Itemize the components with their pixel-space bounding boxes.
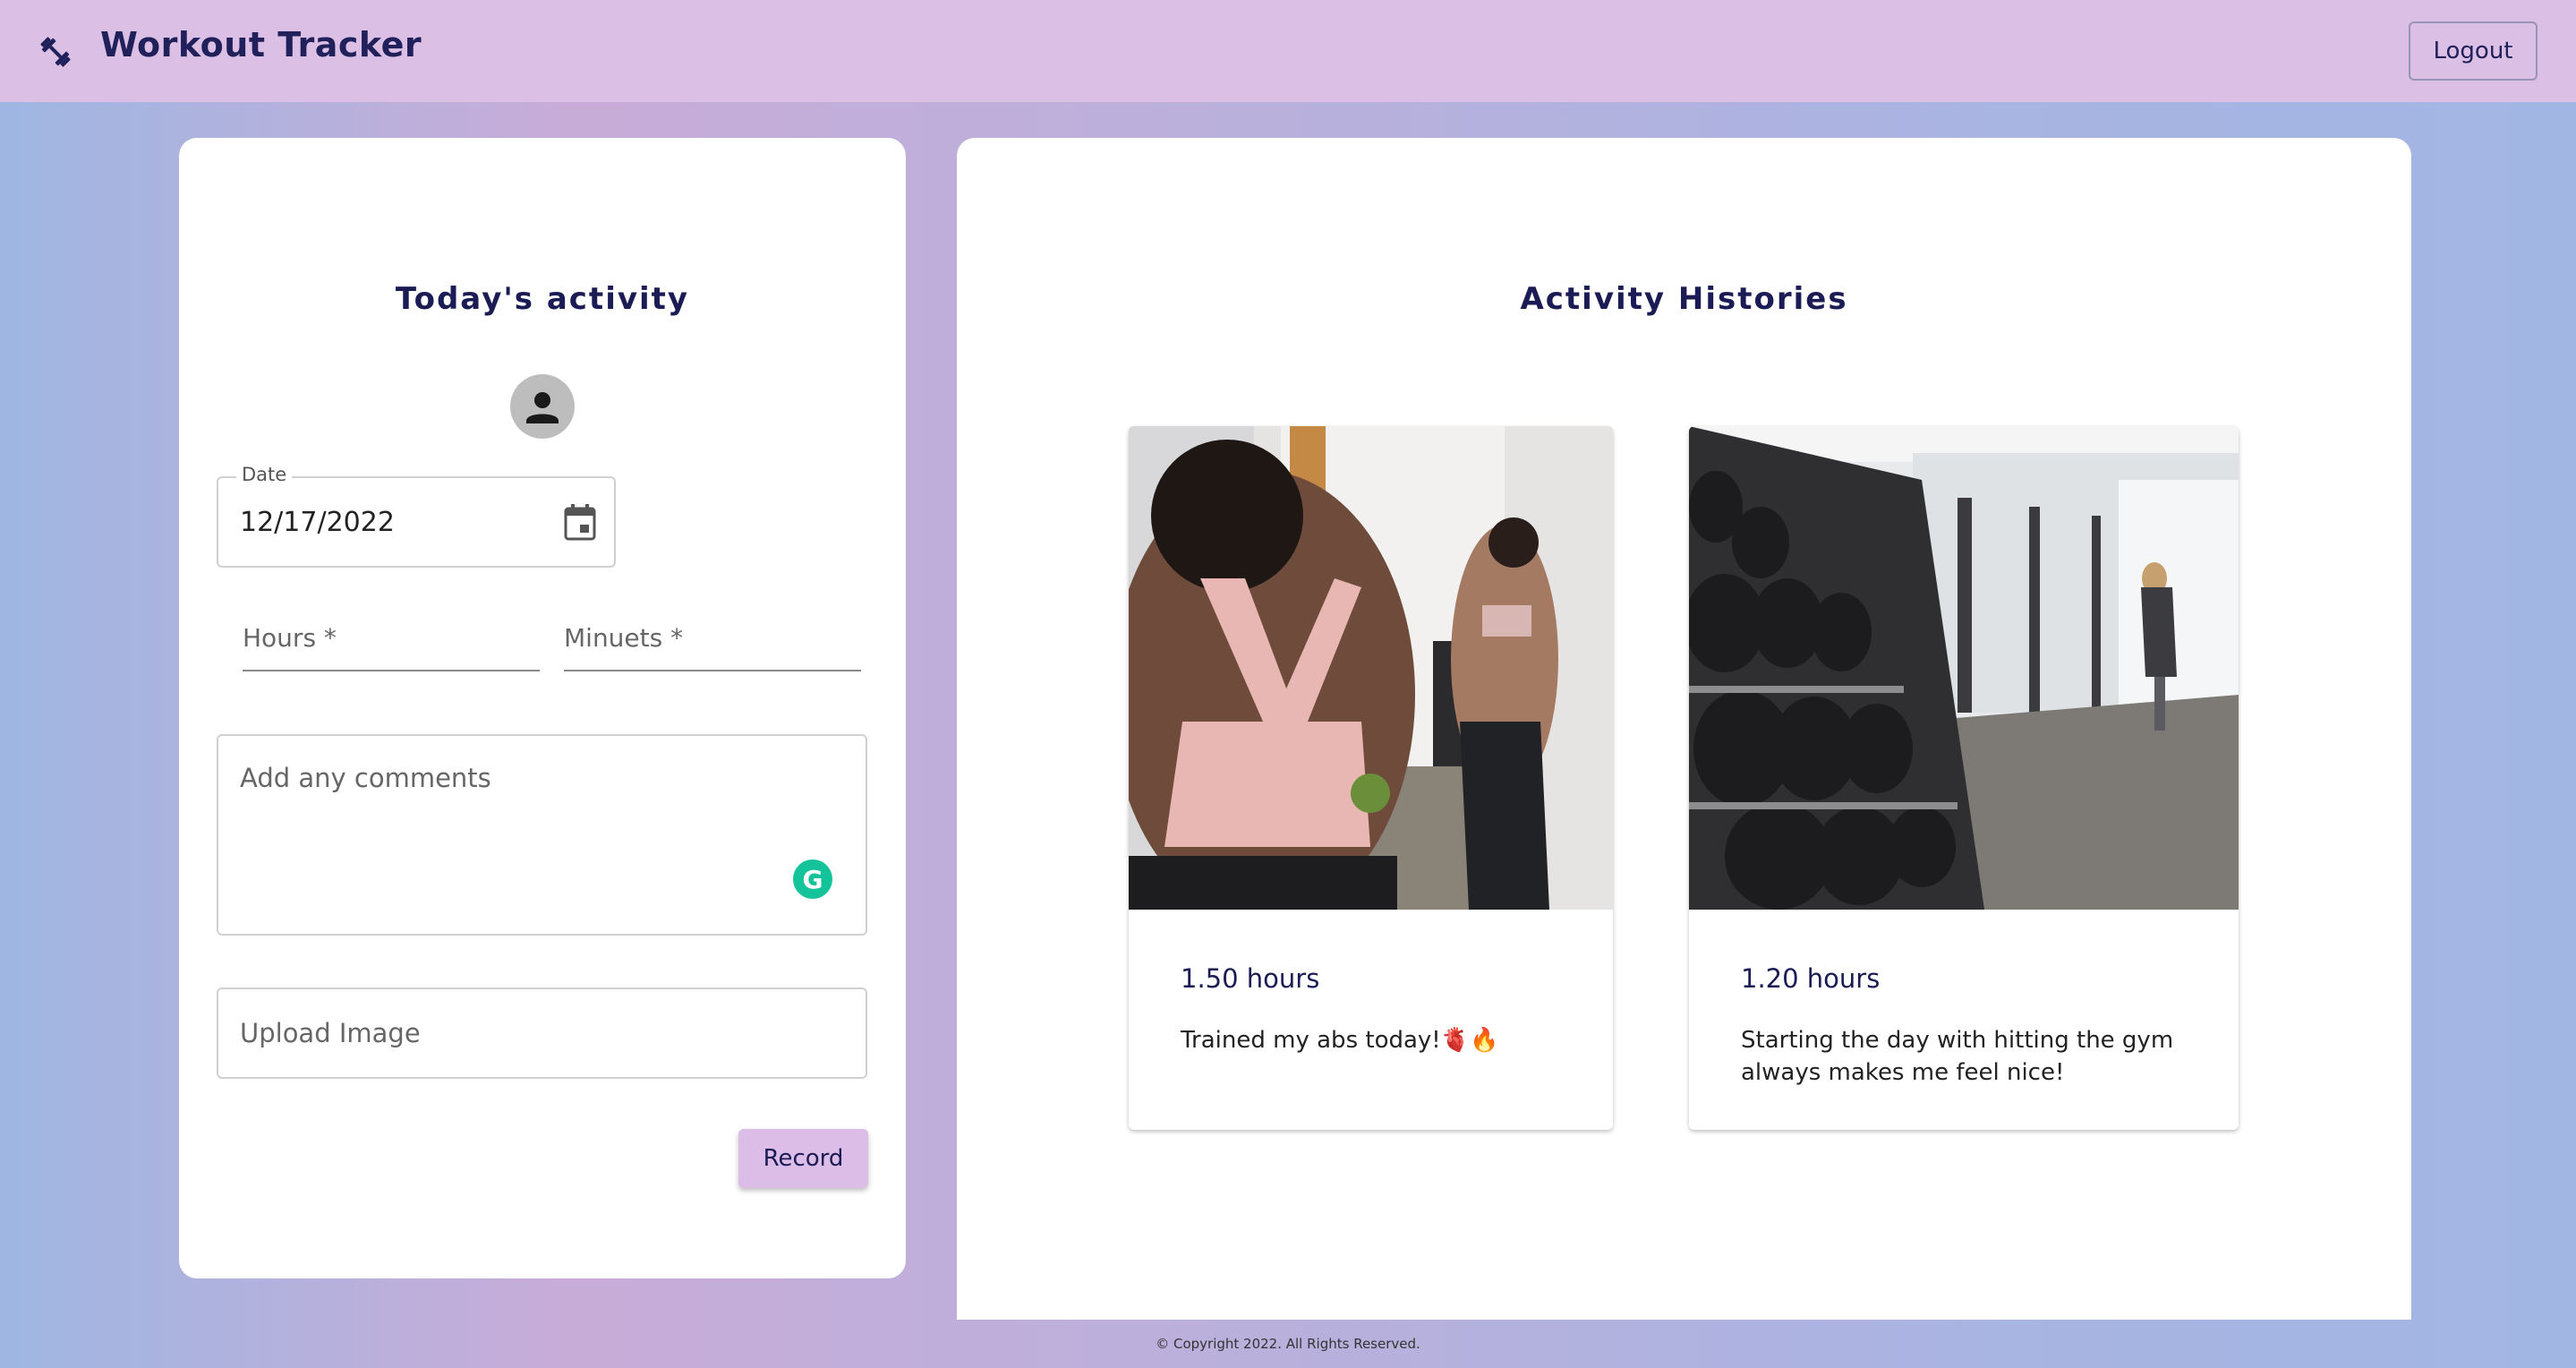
upload-placeholder: Upload Image [240, 1018, 421, 1048]
hours-input[interactable]: Hours * [243, 612, 540, 671]
footer-copyright: © Copyright 2022. All Rights Reserved. [1156, 1336, 1420, 1352]
comments-placeholder: Add any comments [240, 763, 491, 793]
date-field[interactable]: Date 12/17/2022 [217, 464, 616, 568]
workout-photo-dumbbells [1689, 426, 2239, 910]
minutes-input[interactable]: Minuets * [564, 612, 861, 671]
todays-activity-card: Today's activity Date 12/17/2022 Hours *… [179, 138, 906, 1278]
app-title: Workout Tracker [100, 25, 422, 64]
history-card[interactable]: 1.50 hours Trained my abs today!🫀🔥 [1129, 426, 1613, 1130]
comments-textarea[interactable]: Add any comments G [217, 734, 867, 936]
avatar[interactable] [510, 374, 575, 439]
hours-placeholder: Hours * [243, 623, 337, 653]
history-hours: 1.20 hours [1741, 963, 1881, 994]
history-comment: Trained my abs today!🫀🔥 [1181, 1027, 1499, 1054]
history-card[interactable]: 1.20 hours Starting the day with hitting… [1689, 426, 2239, 1130]
date-value[interactable]: 12/17/2022 [240, 507, 395, 538]
app-header: Workout Tracker Logout [0, 0, 2576, 102]
activity-histories-title: Activity Histories [1520, 281, 1848, 317]
person-icon [526, 392, 559, 423]
fitness-center-icon [40, 37, 71, 67]
minutes-placeholder: Minuets * [564, 623, 684, 653]
upload-image-field[interactable]: Upload Image [217, 988, 867, 1079]
todays-activity-title: Today's activity [395, 281, 690, 317]
calendar-icon[interactable] [562, 503, 598, 543]
grammarly-icon[interactable]: G [793, 859, 832, 899]
workout-photo-mirror [1129, 426, 1613, 910]
history-hours: 1.50 hours [1181, 963, 1320, 994]
activity-histories-card: Activity Histories 1.50 hours Trained my… [957, 138, 2411, 1320]
record-button[interactable]: Record [738, 1129, 868, 1188]
logout-button[interactable]: Logout [2409, 21, 2538, 81]
history-comment: Starting the day with hitting the gym al… [1741, 1027, 2174, 1086]
date-label: Date [236, 464, 293, 485]
